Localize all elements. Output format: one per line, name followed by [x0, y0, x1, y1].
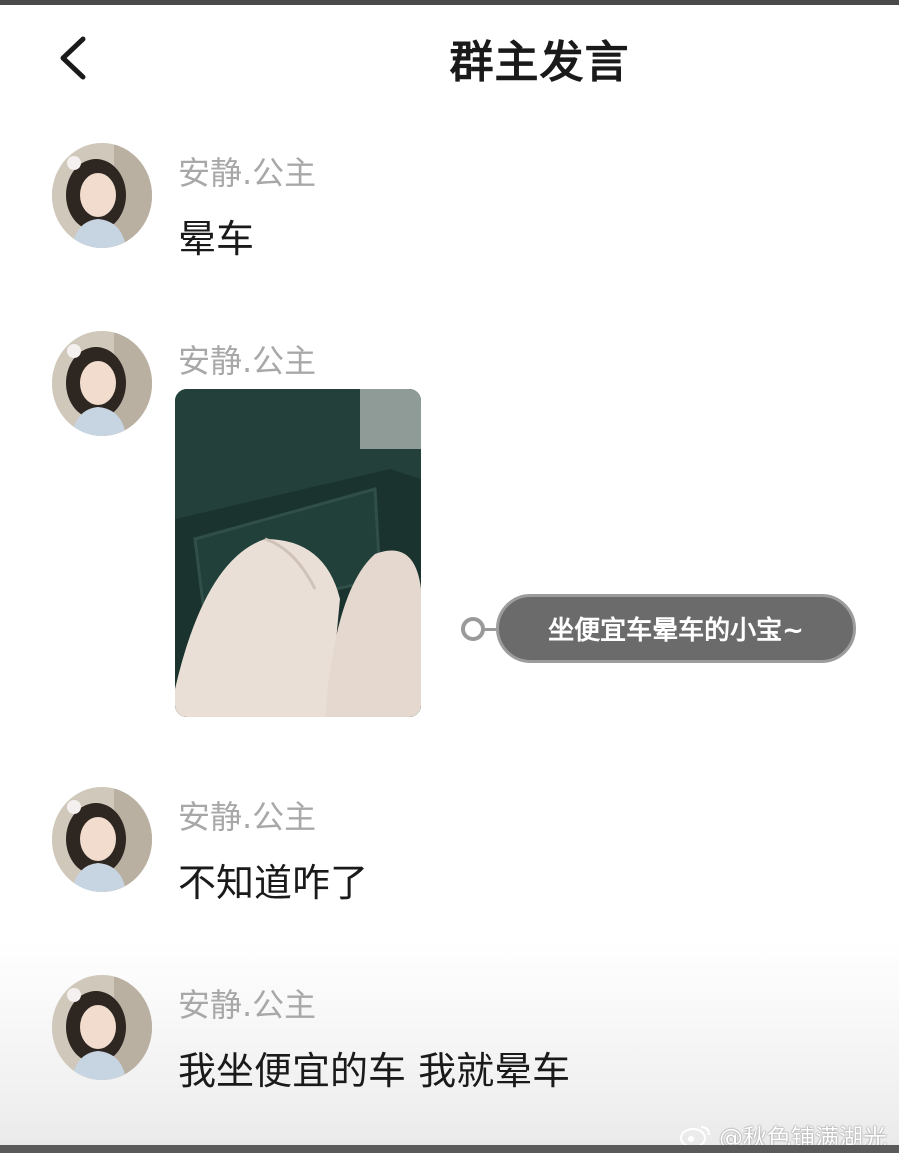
annotation-bubble: 坐便宜车晕车的小宝~ [496, 594, 856, 663]
message-username: 安静.公主 [178, 986, 317, 1024]
annotation-dot [461, 617, 485, 641]
message-text[interactable]: 晕车 [178, 208, 254, 263]
avatar[interactable] [52, 331, 152, 436]
avatar[interactable] [52, 787, 152, 892]
bottom-border [0, 1145, 899, 1153]
message-text[interactable]: 我坐便宜的车 我就晕车 [178, 1040, 570, 1095]
chat-page: 群主发言 安静.公主 晕车 安静.公主 坐便宜车晕车的小宝~ 安静.公主 不知道… [0, 0, 899, 1153]
message-username: 安静.公主 [178, 342, 317, 380]
page-title: 群主发言 [449, 37, 630, 88]
message-photo[interactable] [175, 389, 421, 717]
avatar[interactable] [52, 975, 152, 1080]
top-border [0, 0, 899, 5]
message-username: 安静.公主 [178, 154, 317, 192]
message-text[interactable]: 不知道咋了 [178, 852, 368, 907]
avatar[interactable] [52, 143, 152, 248]
message-username: 安静.公主 [178, 798, 317, 836]
